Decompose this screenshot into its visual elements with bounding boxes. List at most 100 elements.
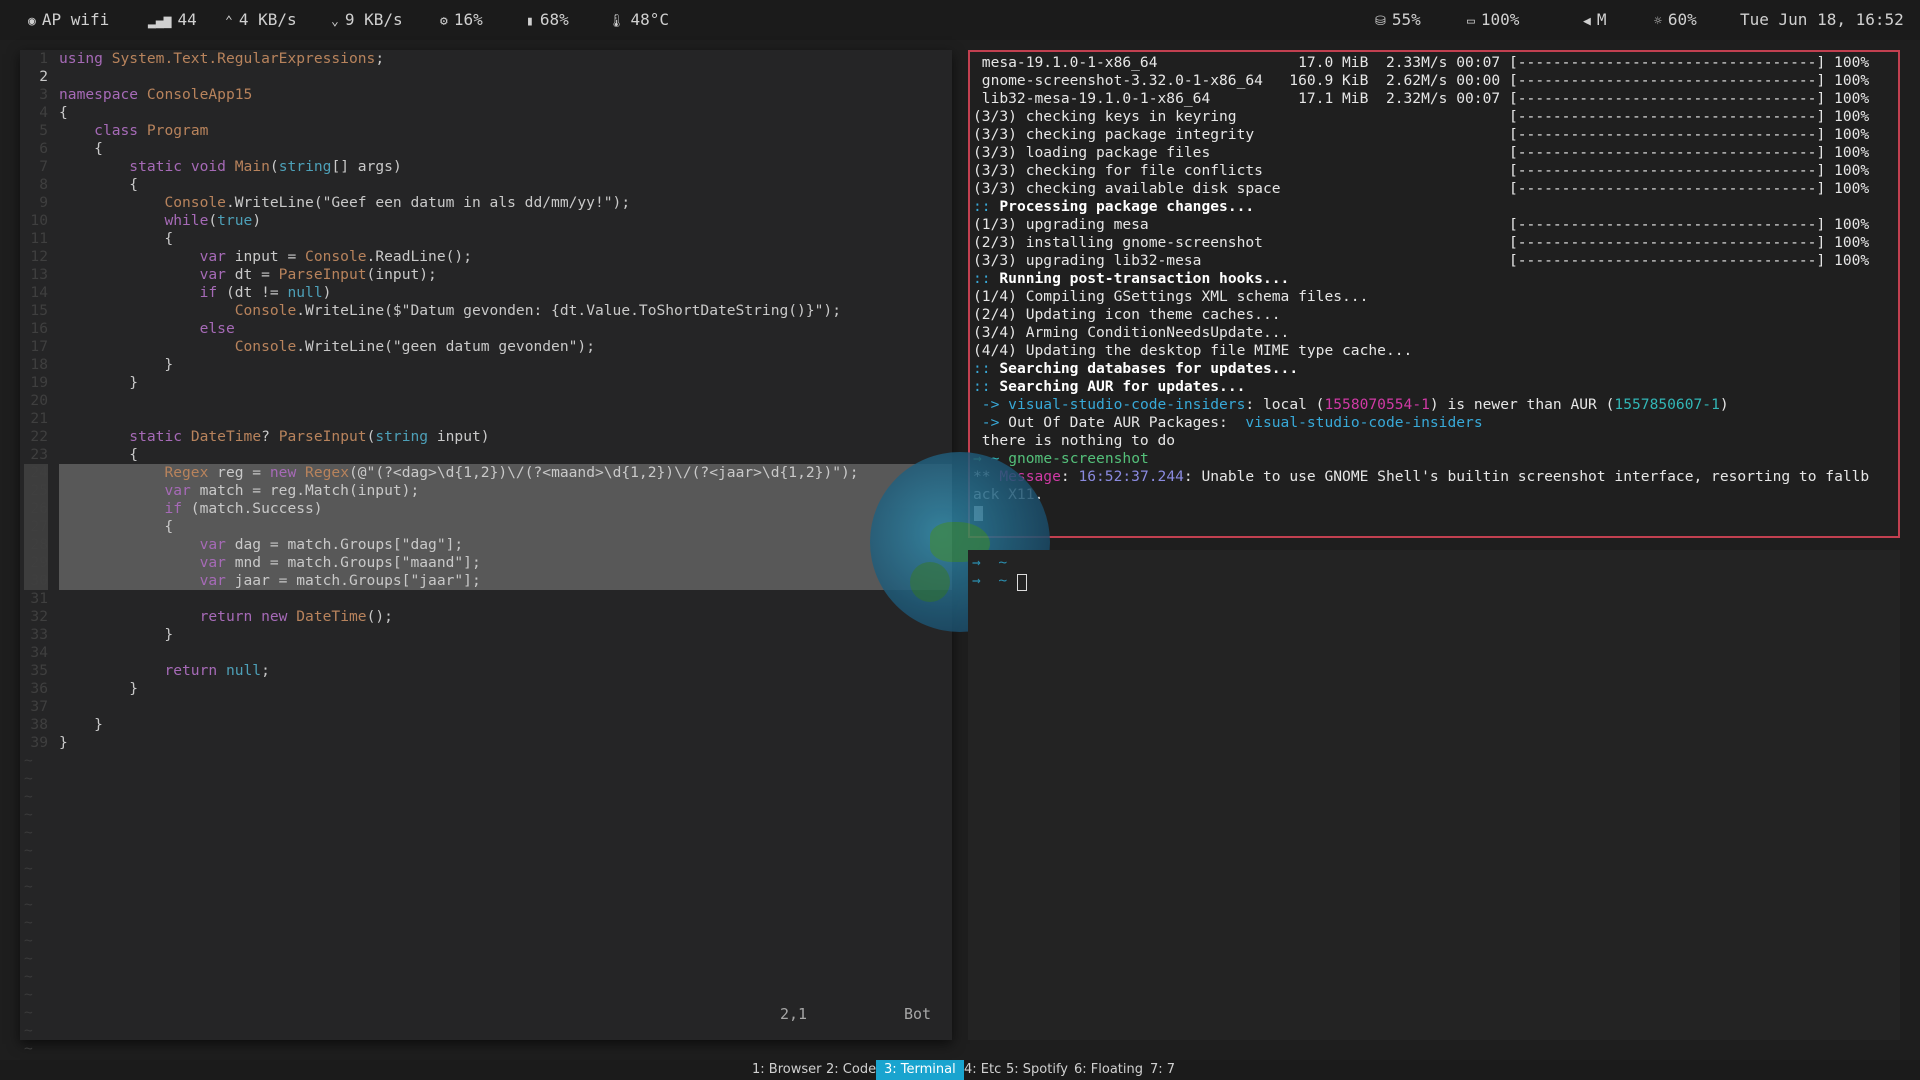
empty-line-marker: ~ [24, 752, 33, 769]
code-line[interactable]: 3 namespace ConsoleApp15 [20, 86, 952, 104]
line-number: 20 [30, 392, 48, 409]
line-number: 2 [39, 68, 48, 85]
workspace-7[interactable]: 7: 7 [1142, 1060, 1183, 1080]
upload-value: 4 KB/s [238, 10, 297, 29]
terminal-window-active[interactable]: mesa-19.1.0-1-x86_64 17.0 MiB 2.33M/s 00… [968, 50, 1900, 538]
code-line[interactable]: 11 { [20, 230, 952, 248]
code-line[interactable]: 38 } [20, 716, 952, 734]
volume-status[interactable]: ◀ M [1583, 10, 1606, 29]
line-text: { [59, 518, 174, 535]
workspace-6[interactable]: 6: Floating [1066, 1060, 1151, 1080]
empty-line-marker: ~ [24, 932, 33, 949]
code-line[interactable]: 8 { [20, 176, 952, 194]
wifi-status[interactable]: ◉ AP wifi [28, 10, 109, 29]
code-line[interactable]: 20 [20, 392, 952, 410]
download-value: 9 KB/s [344, 10, 403, 29]
code-line[interactable]: 12 var input = Console.ReadLine(); [20, 248, 952, 266]
code-line[interactable]: 4{ [20, 104, 952, 122]
code-line[interactable]: 35 return null; [20, 662, 952, 680]
code-line[interactable]: 1 using System.Text.RegularExpressions; [20, 50, 952, 68]
line-text: var match = reg.Match(input); [164, 482, 420, 499]
terminal-line: (3/3) loading package files [-----------… [973, 144, 1870, 161]
code-line[interactable]: 18 } [20, 356, 952, 374]
workspace-3[interactable]: 3: Terminal [876, 1060, 964, 1080]
line-number: 11 [30, 230, 48, 247]
brightness-status[interactable]: ☼ 60% [1654, 10, 1697, 29]
code-line[interactable]: 22 static DateTime? ParseInput(string in… [20, 428, 952, 446]
code-line[interactable]: 26 if (match.Success) [24, 500, 952, 518]
clock[interactable]: Tue Jun 18, 16:52 [1740, 10, 1904, 29]
code-line[interactable]: 9 Console.WriteLine("Geef een datum in a… [20, 194, 952, 212]
line-text: namespace ConsoleApp15 [59, 86, 253, 103]
code-line[interactable]: 37 [20, 698, 952, 716]
line-text: { [59, 446, 139, 463]
line-text: var input = Console.ReadLine(); [199, 248, 472, 265]
memory-status: ▮ 68% [526, 10, 569, 29]
line-text: } [59, 374, 139, 391]
code-line[interactable]: 30 var jaar = match.Groups["jaar"]; [24, 572, 952, 590]
code-line[interactable]: 24 Regex reg = new Regex(@"(?<dag>\d{1,2… [24, 464, 952, 482]
line-number: 19 [30, 374, 48, 391]
line-text: { [59, 176, 139, 193]
terminal-line: (4/4) Updating the desktop file MIME typ… [973, 342, 1413, 359]
code-line[interactable]: 14 if (dt != null) [20, 284, 952, 302]
code-line[interactable]: 29 var mnd = match.Groups["maand"]; [24, 554, 952, 572]
code-line[interactable]: 15 Console.WriteLine($"Datum gevonden: {… [20, 302, 952, 320]
line-number: 9 [39, 194, 48, 211]
terminal-window-secondary[interactable]: → ~ → ~ [968, 550, 1900, 1040]
code-line[interactable]: 23 { [20, 446, 952, 464]
code-line[interactable]: 5 class Program [20, 122, 952, 140]
code-line[interactable]: 31 [20, 590, 952, 608]
empty-line-marker: ~ [24, 968, 33, 985]
terminal-line: :: Processing package changes... [973, 198, 1255, 215]
line-number: 12 [30, 248, 48, 265]
code-line[interactable]: 19 } [20, 374, 952, 392]
line-number: 32 [30, 608, 48, 625]
code-line[interactable]: 13 var dt = ParseInput(input); [20, 266, 952, 284]
disk-status: ⛁ 55% [1375, 10, 1421, 29]
code-line[interactable]: 16 else [20, 320, 952, 338]
line-number: 21 [30, 410, 48, 427]
terminal-line: ** Message: 16:52:37.244: Unable to use … [973, 468, 1870, 485]
workspace-2[interactable]: 2: Code [818, 1060, 884, 1080]
code-line[interactable]: 6 { [20, 140, 952, 158]
workspace-5[interactable]: 5: Spotify [998, 1060, 1076, 1080]
line-number: 7 [39, 158, 48, 175]
code-line[interactable]: 39} [20, 734, 952, 752]
line-text: { [59, 230, 174, 247]
line-number: 35 [30, 662, 48, 679]
code-line[interactable]: 25 var match = reg.Match(input); [24, 482, 952, 500]
code-line[interactable]: 28 var dag = match.Groups["dag"]; [24, 536, 952, 554]
code-line[interactable]: 17 Console.WriteLine("geen datum gevonde… [20, 338, 952, 356]
code-line[interactable]: 21 [20, 410, 952, 428]
empty-line-marker: ~ [24, 824, 33, 841]
terminal-line: :: Running post-transaction hooks... [973, 270, 1290, 287]
code-line[interactable]: 27 { [24, 518, 952, 536]
code-line[interactable]: 34 [20, 644, 952, 662]
terminal-line: (3/3) checking available disk space [---… [973, 180, 1870, 197]
line-text: } [59, 734, 68, 751]
code-line[interactable]: 33 } [20, 626, 952, 644]
temperature-status: 🌡 48°C [608, 10, 669, 29]
vim-editor-pane[interactable]: 1 using System.Text.RegularExpressions; 2 3… [20, 50, 952, 1075]
line-text: } [59, 356, 174, 373]
line-text: return null; [164, 662, 270, 679]
line-text: Console.WriteLine($"Datum gevonden: {dt.… [234, 302, 841, 319]
scroll-indicator: Bot [904, 1005, 932, 1023]
battery-status: ▭ 100% [1467, 10, 1519, 29]
terminal-line: -> Out Of Date AUR Packages: visual-stud… [981, 414, 1483, 431]
cpu-status: ⚙ 16% [440, 10, 483, 29]
terminal-line: (2/4) Updating icon theme caches... [973, 306, 1281, 323]
line-text: Regex reg = new Regex(@"(?<dag>\d{1,2})\… [164, 464, 859, 481]
code-line[interactable]: 2 [20, 68, 952, 86]
memory-value: 68% [539, 10, 569, 29]
line-number: 4 [39, 104, 48, 121]
code-line[interactable]: 32 return new DateTime(); [20, 608, 952, 626]
code-line[interactable]: 7 static void Main(string[] args) [20, 158, 952, 176]
code-line[interactable]: 10 while(true) [20, 212, 952, 230]
terminal-line: (1/4) Compiling GSettings XML schema fil… [973, 288, 1369, 305]
workspace-1[interactable]: 1: Browser [744, 1060, 829, 1080]
code-line[interactable]: 36 } [20, 680, 952, 698]
line-number: 15 [30, 302, 48, 319]
cursor-position: 2,1 [780, 1005, 808, 1023]
